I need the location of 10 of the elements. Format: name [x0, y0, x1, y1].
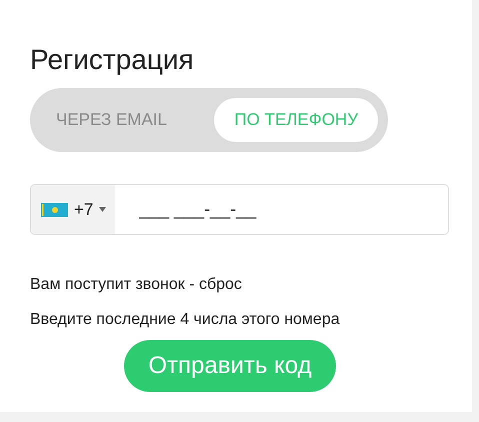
flag-icon — [41, 202, 68, 216]
country-select[interactable]: +7 — [31, 185, 115, 234]
send-code-button[interactable]: Отправить код — [124, 340, 336, 392]
mode-tab[interactable]: ПО ТЕЛЕФОНУ — [214, 98, 378, 142]
mode-tab[interactable]: ЧЕРЕЗ EMAIL — [46, 98, 186, 142]
form-title: Регистрация — [30, 43, 195, 77]
caret-icon — [99, 207, 106, 212]
phone-field[interactable]: +7 ___ ___-__-__ — [30, 184, 449, 235]
hint-text: Введите последние 4 числа этого номера — [30, 310, 341, 330]
hint-text: Вам поступит звонок - сброс — [30, 275, 243, 295]
